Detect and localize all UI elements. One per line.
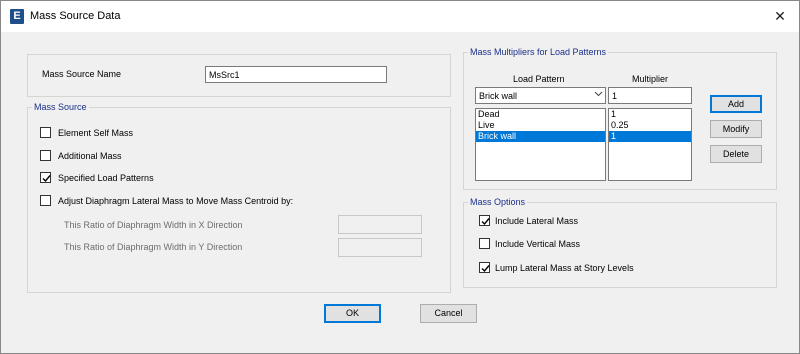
etabs-app-icon: E xyxy=(10,9,24,24)
specified-load-patterns-checkbox[interactable] xyxy=(40,172,51,183)
list-item[interactable]: Dead xyxy=(476,109,605,120)
list-item[interactable]: 1 xyxy=(609,109,691,120)
mass-options-legend: Mass Options xyxy=(468,197,528,207)
mass-source-name-label: Mass Source Name xyxy=(42,69,122,79)
close-icon[interactable]: ✕ xyxy=(765,4,795,28)
additional-mass-checkbox[interactable] xyxy=(40,150,51,161)
load-pattern-dropdown-value: Brick wall xyxy=(479,91,518,101)
load-pattern-list[interactable]: Dead Live Brick wall xyxy=(475,108,606,181)
modify-button[interactable]: Modify xyxy=(710,120,762,138)
add-button[interactable]: Add xyxy=(710,95,762,113)
checkmark-icon xyxy=(481,218,490,226)
mass-source-name-panel: Mass Source Name MsSrc1 xyxy=(27,54,451,97)
adjust-diaphragm-checkbox[interactable] xyxy=(40,195,51,206)
cancel-button[interactable]: Cancel xyxy=(420,304,477,323)
mass-options-group: Mass Options Include Lateral Mass Includ… xyxy=(463,197,777,288)
include-vertical-mass-checkbox[interactable] xyxy=(479,238,490,249)
mass-source-name-input[interactable]: MsSrc1 xyxy=(205,66,387,83)
mass-multipliers-legend: Mass Multipliers for Load Patterns xyxy=(468,47,609,57)
lump-lateral-mass-label: Lump Lateral Mass at Story Levels xyxy=(495,263,634,273)
list-item[interactable]: Brick wall xyxy=(476,131,605,142)
list-item[interactable]: Live xyxy=(476,120,605,131)
ratio-x-input[interactable] xyxy=(338,215,422,234)
multiplier-input[interactable]: 1 xyxy=(608,87,692,104)
element-self-mass-label: Element Self Mass xyxy=(58,128,134,138)
title-bar: E Mass Source Data ✕ xyxy=(1,1,799,32)
additional-mass-label: Additional Mass xyxy=(58,151,122,161)
include-lateral-mass-label: Include Lateral Mass xyxy=(495,216,579,226)
mass-source-group: Mass Source Element Self Mass Additional… xyxy=(27,102,451,293)
include-vertical-mass-label: Include Vertical Mass xyxy=(495,239,581,249)
specified-load-patterns-label: Specified Load Patterns xyxy=(58,173,154,183)
load-pattern-dropdown[interactable]: Brick wall xyxy=(475,87,606,104)
include-lateral-mass-checkbox[interactable] xyxy=(479,215,490,226)
ratio-x-label: This Ratio of Diaphragm Width in X Direc… xyxy=(64,220,243,230)
ratio-y-label: This Ratio of Diaphragm Width in Y Direc… xyxy=(64,242,243,252)
lump-lateral-mass-checkbox[interactable] xyxy=(479,262,490,273)
ok-button[interactable]: OK xyxy=(324,304,381,323)
delete-button[interactable]: Delete xyxy=(710,145,762,163)
list-item[interactable]: 0.25 xyxy=(609,120,691,131)
list-item[interactable]: 1 xyxy=(609,131,691,142)
checkmark-icon xyxy=(481,265,490,273)
load-pattern-column-header: Load Pattern xyxy=(513,74,565,84)
multiplier-column-header: Multiplier xyxy=(632,74,669,84)
multiplier-list[interactable]: 1 0.25 1 xyxy=(608,108,692,181)
mass-source-data-dialog: E Mass Source Data ✕ Mass Source Name Ms… xyxy=(0,0,800,354)
ratio-y-input[interactable] xyxy=(338,238,422,257)
element-self-mass-checkbox[interactable] xyxy=(40,127,51,138)
window-title: Mass Source Data xyxy=(30,10,121,22)
adjust-diaphragm-label: Adjust Diaphragm Lateral Mass to Move Ma… xyxy=(58,196,294,206)
mass-multipliers-group: Mass Multipliers for Load Patterns Load … xyxy=(463,47,777,190)
checkmark-icon xyxy=(42,175,51,183)
chevron-down-icon xyxy=(594,89,603,102)
mass-source-legend: Mass Source xyxy=(32,102,89,112)
